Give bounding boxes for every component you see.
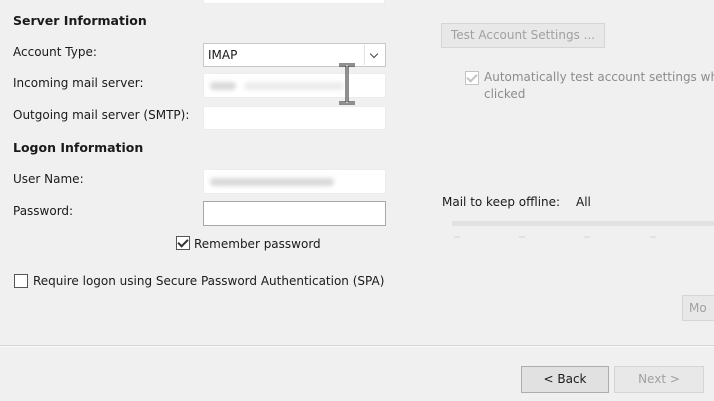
test-account-settings-label: Test Account Settings ... bbox=[450, 28, 596, 42]
password-field[interactable] bbox=[203, 201, 386, 226]
incoming-mail-server-field[interactable] bbox=[203, 73, 386, 98]
password-label: Password: bbox=[13, 204, 74, 218]
mail-to-keep-offline-value: All bbox=[576, 195, 591, 209]
chevron-down-icon[interactable] bbox=[364, 45, 384, 65]
spa-label: Require logon using Secure Password Auth… bbox=[33, 274, 385, 288]
auto-test-label-line1: Automatically test account settings wh bbox=[484, 70, 714, 84]
outgoing-mail-server-label: Outgoing mail server (SMTP): bbox=[13, 108, 190, 122]
next-button[interactable]: Next > bbox=[614, 366, 704, 393]
slider-tick bbox=[454, 236, 460, 238]
top-cutoff-field[interactable] bbox=[203, 0, 385, 4]
text-cursor-icon bbox=[339, 63, 355, 105]
account-type-value: IMAP bbox=[208, 48, 238, 62]
blurred-username-value bbox=[210, 178, 334, 186]
test-account-settings-button[interactable]: Test Account Settings ... bbox=[441, 23, 605, 48]
account-type-label: Account Type: bbox=[13, 45, 97, 59]
mail-to-keep-offline-label: Mail to keep offline: bbox=[442, 195, 561, 209]
user-name-field[interactable] bbox=[203, 169, 386, 194]
outgoing-mail-server-field[interactable] bbox=[203, 106, 386, 130]
offline-slider-track[interactable] bbox=[452, 221, 714, 226]
remember-password-checkbox[interactable] bbox=[176, 236, 190, 250]
next-button-label: Next > bbox=[638, 372, 680, 386]
spa-checkbox[interactable] bbox=[14, 274, 28, 288]
auto-test-label-line2: clicked bbox=[484, 87, 526, 101]
footer-divider-highlight bbox=[0, 346, 714, 347]
back-button-label: < Back bbox=[543, 372, 587, 386]
logon-information-heading: Logon Information bbox=[13, 140, 144, 155]
slider-tick bbox=[519, 236, 525, 238]
account-type-combobox[interactable]: IMAP bbox=[203, 43, 386, 67]
slider-tick bbox=[650, 236, 656, 238]
more-settings-label: Mo bbox=[689, 301, 707, 315]
slider-tick bbox=[584, 236, 590, 238]
remember-password-label: Remember password bbox=[194, 237, 321, 251]
user-name-label: User Name: bbox=[13, 172, 84, 186]
server-information-heading: Server Information bbox=[13, 13, 147, 28]
blurred-server-value bbox=[210, 82, 236, 90]
blurred-server-value bbox=[244, 82, 344, 90]
auto-test-checkbox[interactable] bbox=[465, 71, 479, 85]
back-button[interactable]: < Back bbox=[521, 366, 609, 393]
incoming-mail-server-label: Incoming mail server: bbox=[13, 76, 144, 90]
more-settings-button[interactable]: Mo bbox=[682, 295, 714, 321]
